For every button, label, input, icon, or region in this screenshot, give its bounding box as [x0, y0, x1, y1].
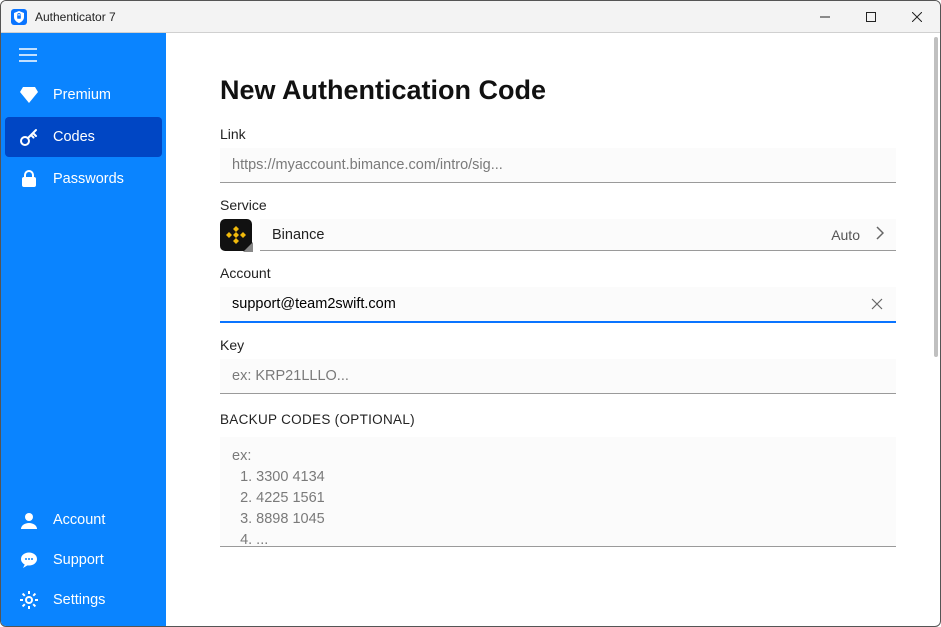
- nav-top: Premium Codes Passwords: [1, 75, 166, 199]
- account-input[interactable]: [220, 287, 862, 321]
- sidebar-item-codes[interactable]: Codes: [5, 117, 162, 157]
- sidebar-item-label: Account: [53, 512, 105, 528]
- key-input[interactable]: [220, 359, 896, 394]
- hamburger-button[interactable]: [1, 35, 166, 75]
- sidebar-item-account[interactable]: Account: [1, 500, 166, 540]
- sidebar-item-label: Codes: [53, 129, 95, 145]
- page-title: New Authentication Code: [220, 75, 896, 106]
- content-scroll[interactable]: New Authentication Code Link Service: [166, 33, 934, 626]
- hamburger-icon: [19, 48, 37, 62]
- gear-icon: [19, 590, 39, 610]
- maximize-icon: [866, 12, 876, 22]
- sidebar: Premium Codes Passwords: [1, 33, 166, 626]
- chevron-right-icon: [876, 226, 884, 243]
- sidebar-item-label: Premium: [53, 87, 111, 103]
- scrollbar[interactable]: [934, 37, 938, 357]
- minimize-button[interactable]: [802, 1, 848, 33]
- person-icon: [19, 510, 39, 530]
- app-icon: [11, 9, 27, 25]
- binance-icon: [225, 224, 247, 246]
- service-select[interactable]: Binance Auto: [260, 219, 896, 251]
- app-window: Authenticator 7: [0, 0, 941, 627]
- service-icon-button[interactable]: [220, 219, 252, 251]
- key-label: Key: [220, 337, 896, 353]
- titlebar: Authenticator 7: [1, 1, 940, 33]
- sidebar-item-premium[interactable]: Premium: [1, 75, 166, 115]
- sidebar-item-settings[interactable]: Settings: [1, 580, 166, 620]
- service-mode: Auto: [831, 227, 860, 243]
- shield-icon: [14, 11, 24, 23]
- x-icon: [871, 298, 883, 310]
- sidebar-item-support[interactable]: Support: [1, 540, 166, 580]
- window-title: Authenticator 7: [35, 10, 116, 24]
- window-controls: [802, 1, 940, 33]
- main: New Authentication Code Link Service: [166, 33, 940, 626]
- backup-codes-label: BACKUP CODES (OPTIONAL): [220, 412, 896, 427]
- link-label: Link: [220, 126, 896, 142]
- maximize-button[interactable]: [848, 1, 894, 33]
- close-button[interactable]: [894, 1, 940, 33]
- diamond-icon: [19, 85, 39, 105]
- link-input[interactable]: [220, 148, 896, 183]
- sidebar-item-label: Passwords: [53, 171, 124, 187]
- account-label: Account: [220, 265, 896, 281]
- chat-icon: [19, 550, 39, 570]
- sidebar-item-label: Settings: [53, 592, 105, 608]
- service-label: Service: [220, 197, 896, 213]
- service-row: Binance Auto: [220, 219, 896, 251]
- clear-account-button[interactable]: [862, 289, 892, 319]
- service-name: Binance: [272, 227, 831, 243]
- sidebar-item-label: Support: [53, 552, 104, 568]
- lock-icon: [19, 169, 39, 189]
- backup-codes-textarea[interactable]: [220, 437, 896, 547]
- minimize-icon: [820, 12, 830, 22]
- sidebar-item-passwords[interactable]: Passwords: [1, 159, 166, 199]
- account-input-wrap: [220, 287, 896, 323]
- key-icon: [19, 127, 39, 147]
- nav-bottom: Account Support Settings: [1, 500, 166, 626]
- close-icon: [912, 12, 922, 22]
